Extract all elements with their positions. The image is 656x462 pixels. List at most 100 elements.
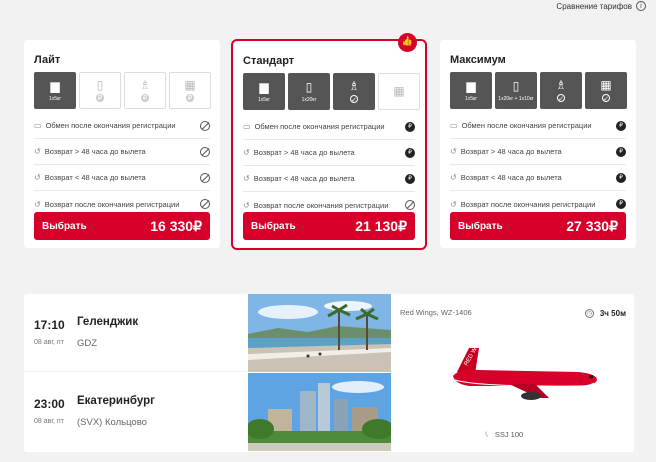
option-label: 1x20кг + 1x10кг xyxy=(498,95,534,102)
tariff-price: 21 130₽ xyxy=(355,217,407,234)
not-allowed-icon xyxy=(200,146,210,157)
condition-text: Возврат < 48 часа до вылета xyxy=(460,173,562,182)
tariff-card-0[interactable]: Лайт ▆ 1x5кг ▯ ₽ ♗ ₽ ▦ ₽ ▭ Обмен после оконч… xyxy=(24,40,220,248)
tariff-option-bag-icon: ▆ 1x5кг xyxy=(243,73,285,110)
tariff-option-calendar-icon: ▦ xyxy=(378,73,420,110)
tariff-option-luggage-icon: ▯ 1x20кг xyxy=(288,73,330,110)
option-mark: ₽ xyxy=(186,94,194,102)
option-mark: ₽ xyxy=(96,94,104,102)
bag-icon: ▆ xyxy=(466,78,476,93)
not-allowed-icon xyxy=(200,172,210,183)
arrival-time: 23:00 xyxy=(34,397,65,411)
tariff-option-luggage-icon: ▯ 1x20кг + 1x10кг xyxy=(495,72,537,109)
return-icon: ↺ xyxy=(450,199,457,209)
paid-icon: ₽ xyxy=(616,120,626,131)
calendar-small-icon: ▭ xyxy=(450,121,458,130)
condition-row: ▭ Обмен после окончания регистрации ₽ xyxy=(243,114,415,140)
paid-icon: ₽ xyxy=(616,172,626,183)
condition-text: Возврат > 48 часа до вылета xyxy=(44,147,146,156)
condition-text: Возврат < 48 часа до вылета xyxy=(44,173,146,182)
option-label: 1x5кг xyxy=(48,95,62,102)
arrival-date: 08 авг, пт xyxy=(34,418,64,425)
condition-text: Возврат после окончания регистрации xyxy=(460,199,596,209)
option-mark: ✓ xyxy=(557,94,565,103)
option-label: 1x5кг xyxy=(257,96,271,103)
select-label: Выбрать xyxy=(251,220,296,232)
condition-row: ↺ Возврат > 48 часа до вылета ₽ xyxy=(450,139,626,165)
condition-row: ↺ Возврат < 48 часа до вылета ₽ xyxy=(243,166,415,192)
info-icon: i xyxy=(636,1,646,11)
tariff-option-seat-icon: ♗ ₽ xyxy=(124,72,166,109)
select-tariff-button[interactable]: Выбрать 16 330₽ xyxy=(34,212,210,240)
bag-icon: ▆ xyxy=(50,78,60,93)
calendar-icon: ▦ xyxy=(184,78,196,92)
tariff-options: ▆ 1x5кг ▯ 1x20кг + 1x10кг ♗ ✓ ▦ ✓ xyxy=(450,72,627,109)
luggage-icon: ▯ xyxy=(305,79,313,94)
tariff-option-bag-icon: ▆ 1x5кг xyxy=(450,72,492,109)
option-mark: ✓ xyxy=(350,95,358,104)
option-mark: ✓ xyxy=(602,94,610,103)
condition-row: ▭ Обмен после окончания регистрации ₽ xyxy=(450,113,626,139)
select-label: Выбрать xyxy=(458,220,503,232)
paid-icon: ₽ xyxy=(616,199,626,209)
condition-text: Обмен после окончания регистрации xyxy=(254,122,385,131)
tariff-card-1[interactable]: 👍 Стандарт ▆ 1x5кг ▯ 1x20кг ♗ ✓ ▦ ▭ Обмен по… xyxy=(231,33,427,250)
return-icon: ↺ xyxy=(34,173,41,182)
luggage-icon: ▯ xyxy=(512,78,520,93)
tariff-conditions: ▭ Обмен после окончания регистрации ↺ Во… xyxy=(34,113,210,217)
tariff-card-2[interactable]: Максимум ▆ 1x5кг ▯ 1x20кг + 1x10кг ♗ ✓ ▦ ✓ ▭… xyxy=(440,40,636,248)
calendar-small-icon: ▭ xyxy=(34,121,42,130)
flight-duration: ◷ 3ч 50м xyxy=(584,309,626,318)
departure-city: Геленджик xyxy=(77,316,139,328)
option-mark: ₽ xyxy=(141,94,149,102)
not-allowed-icon xyxy=(200,199,210,209)
clock-icon: ◷ xyxy=(584,309,594,318)
departure-airport: GDZ xyxy=(77,338,98,349)
duration-value: 3ч 50м xyxy=(599,309,626,318)
not-allowed-icon xyxy=(200,120,210,131)
flight-card: 17:10 08 авг, пт Геленджик GDZ 23:00 08 … xyxy=(24,294,634,452)
tariff-option-bag-icon: ▆ 1x5кг xyxy=(34,72,76,109)
compare-tariffs-link[interactable]: Сравнение тарифов i xyxy=(556,1,646,11)
select-tariff-button[interactable]: Выбрать 27 330₽ xyxy=(450,212,626,240)
arrival-city-photo xyxy=(248,373,391,451)
tariff-name: Лайт xyxy=(34,54,61,66)
departure-city-photo xyxy=(248,294,391,372)
seat-icon: ⑊ xyxy=(484,430,489,439)
tariff-price: 27 330₽ xyxy=(566,217,618,234)
departure-time: 17:10 xyxy=(34,318,65,332)
condition-row: ↺ Возврат < 48 часа до вылета ₽ xyxy=(450,165,626,191)
condition-row: ↺ Возврат > 48 часа до вылета ₽ xyxy=(243,140,415,166)
return-icon: ↺ xyxy=(34,147,41,156)
option-label: 1x5кг xyxy=(464,95,478,102)
arrival-segment: 23:00 08 авг, пт Екатеринбург (SVX) Коль… xyxy=(24,373,248,451)
seat-icon: ♗ xyxy=(348,79,360,93)
compare-label: Сравнение тарифов xyxy=(556,1,632,11)
airline-flight-number: Red Wings, WZ-1406 xyxy=(400,308,472,317)
tariff-name: Стандарт xyxy=(243,55,295,67)
select-label: Выбрать xyxy=(42,220,87,232)
tariff-conditions: ▭ Обмен после окончания регистрации ₽ ↺ В… xyxy=(243,114,415,218)
arrival-airport: (SVX) Кольцово xyxy=(77,417,147,428)
condition-text: Возврат > 48 часа до вылета xyxy=(253,148,355,157)
aircraft-image: RED WINGS xyxy=(439,334,599,411)
tariff-option-calendar-icon: ▦ ✓ xyxy=(585,72,627,109)
return-icon: ↺ xyxy=(450,173,457,182)
tariff-name: Максимум xyxy=(450,54,506,66)
calendar-icon: ▦ xyxy=(600,78,612,92)
condition-text: Возврат после окончания регистрации xyxy=(44,199,180,209)
return-icon: ↺ xyxy=(450,147,457,156)
tariff-option-luggage-icon: ▯ ₽ xyxy=(79,72,121,109)
aircraft-model: ⑊ SSJ 100 xyxy=(484,430,523,439)
tariff-option-seat-icon: ♗ ✓ xyxy=(540,72,582,109)
condition-row: ▭ Обмен после окончания регистрации xyxy=(34,113,210,139)
option-label: 1x20кг xyxy=(301,96,317,103)
condition-text: Обмен после окончания регистрации xyxy=(461,121,592,130)
not-allowed-icon xyxy=(405,200,415,210)
paid-icon: ₽ xyxy=(616,146,626,157)
condition-row: ↺ Возврат > 48 часа до вылета xyxy=(34,139,210,165)
calendar-icon: ▦ xyxy=(393,84,405,98)
return-icon: ↺ xyxy=(243,200,250,210)
select-tariff-button[interactable]: Выбрать 21 130₽ xyxy=(243,212,415,240)
departure-date: 08 авг, пт xyxy=(34,339,64,346)
